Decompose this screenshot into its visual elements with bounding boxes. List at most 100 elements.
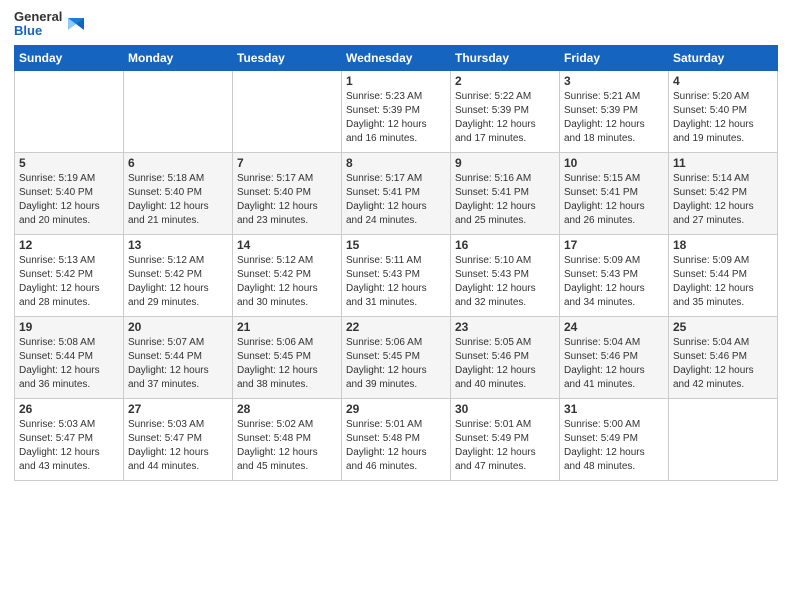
- cell-content: Sunrise: 5:00 AM Sunset: 5:49 PM Dayligh…: [564, 418, 664, 474]
- calendar-cell: 25Sunrise: 5:04 AM Sunset: 5:46 PM Dayli…: [669, 316, 778, 398]
- cell-content: Sunrise: 5:17 AM Sunset: 5:41 PM Dayligh…: [346, 172, 446, 228]
- calendar-cell: 23 Sunrise: 5:05 AM Sunset: 5:46 PM Dayli…: [451, 316, 560, 398]
- cell-content: Sunrise: 5:17 AM Sunset: 5:40 PM Dayligh…: [237, 172, 337, 228]
- col-header-saturday: Saturday: [669, 45, 778, 70]
- day-number: 7: [237, 156, 337, 170]
- day-number: 9: [455, 156, 555, 170]
- header: General Blue: [14, 10, 778, 39]
- calendar-cell: 4Sunrise: 5:20 AM Sunset: 5:40 PM Daylig…: [669, 70, 778, 152]
- day-number: 3: [564, 74, 664, 88]
- calendar-cell: 15 Sunrise: 5:11 AM Sunset: 5:43 PM Dayli…: [342, 234, 451, 316]
- day-number: 1: [346, 74, 446, 88]
- logo-arrow-icon: [64, 14, 84, 34]
- calendar-cell: 30Sunrise: 5:01 AM Sunset: 5:49 PM Dayli…: [451, 398, 560, 480]
- day-number: 15: [346, 238, 446, 252]
- day-number: 27: [128, 402, 228, 416]
- cell-content: Sunrise: 5:05 AM Sunset: 5:46 PM Dayligh…: [455, 336, 555, 392]
- calendar-cell: 7 Sunrise: 5:17 AM Sunset: 5:40 PM Daylig…: [233, 152, 342, 234]
- cell-content: Sunrise: 5:09 AM Sunset: 5:44 PM Dayligh…: [673, 254, 773, 310]
- calendar-cell: 29 Sunrise: 5:01 AM Sunset: 5:48 PM Dayli…: [342, 398, 451, 480]
- calendar-cell: 17 Sunrise: 5:09 AM Sunset: 5:43 PM Dayli…: [560, 234, 669, 316]
- day-number: 23: [455, 320, 555, 334]
- col-header-wednesday: Wednesday: [342, 45, 451, 70]
- calendar-cell: 5Sunrise: 5:19 AM Sunset: 5:40 PM Daylig…: [15, 152, 124, 234]
- cell-content: Sunrise: 5:09 AM Sunset: 5:43 PM Dayligh…: [564, 254, 664, 310]
- day-number: 21: [237, 320, 337, 334]
- cell-content: Sunrise: 5:03 AM Sunset: 5:47 PM Dayligh…: [128, 418, 228, 474]
- day-number: 14: [237, 238, 337, 252]
- cell-content: Sunrise: 5:07 AM Sunset: 5:44 PM Dayligh…: [128, 336, 228, 392]
- calendar-cell: [669, 398, 778, 480]
- day-number: 18: [673, 238, 773, 252]
- day-number: 28: [237, 402, 337, 416]
- calendar-cell: 28 Sunrise: 5:02 AM Sunset: 5:48 PM Dayli…: [233, 398, 342, 480]
- logo: General Blue: [14, 10, 84, 39]
- week-row-1: 1 Sunrise: 5:23 AM Sunset: 5:39 PM Daylig…: [15, 70, 778, 152]
- day-number: 8: [346, 156, 446, 170]
- calendar-cell: 26Sunrise: 5:03 AM Sunset: 5:47 PM Dayli…: [15, 398, 124, 480]
- cell-content: Sunrise: 5:03 AM Sunset: 5:47 PM Dayligh…: [19, 418, 119, 474]
- day-number: 2: [455, 74, 555, 88]
- calendar-cell: 6Sunrise: 5:18 AM Sunset: 5:40 PM Daylig…: [124, 152, 233, 234]
- cell-content: Sunrise: 5:10 AM Sunset: 5:43 PM Dayligh…: [455, 254, 555, 310]
- cell-content: Sunrise: 5:21 AM Sunset: 5:39 PM Dayligh…: [564, 90, 664, 146]
- day-number: 5: [19, 156, 119, 170]
- cell-content: Sunrise: 5:18 AM Sunset: 5:40 PM Dayligh…: [128, 172, 228, 228]
- day-number: 10: [564, 156, 664, 170]
- day-number: 24: [564, 320, 664, 334]
- calendar-cell: 31 Sunrise: 5:00 AM Sunset: 5:49 PM Dayli…: [560, 398, 669, 480]
- calendar-cell: 22 Sunrise: 5:06 AM Sunset: 5:45 PM Dayli…: [342, 316, 451, 398]
- calendar-cell: 1 Sunrise: 5:23 AM Sunset: 5:39 PM Daylig…: [342, 70, 451, 152]
- week-row-2: 5Sunrise: 5:19 AM Sunset: 5:40 PM Daylig…: [15, 152, 778, 234]
- cell-content: Sunrise: 5:04 AM Sunset: 5:46 PM Dayligh…: [564, 336, 664, 392]
- calendar-cell: 13 Sunrise: 5:12 AM Sunset: 5:42 PM Dayli…: [124, 234, 233, 316]
- cell-content: Sunrise: 5:16 AM Sunset: 5:41 PM Dayligh…: [455, 172, 555, 228]
- cell-content: Sunrise: 5:04 AM Sunset: 5:46 PM Dayligh…: [673, 336, 773, 392]
- col-header-sunday: Sunday: [15, 45, 124, 70]
- col-header-thursday: Thursday: [451, 45, 560, 70]
- logo-text: General Blue: [14, 10, 62, 39]
- col-header-friday: Friday: [560, 45, 669, 70]
- col-header-monday: Monday: [124, 45, 233, 70]
- calendar-body: 1 Sunrise: 5:23 AM Sunset: 5:39 PM Daylig…: [15, 70, 778, 480]
- day-number: 16: [455, 238, 555, 252]
- cell-content: Sunrise: 5:14 AM Sunset: 5:42 PM Dayligh…: [673, 172, 773, 228]
- day-number: 30: [455, 402, 555, 416]
- week-row-3: 12 Sunrise: 5:13 AM Sunset: 5:42 PM Dayli…: [15, 234, 778, 316]
- cell-content: Sunrise: 5:23 AM Sunset: 5:39 PM Dayligh…: [346, 90, 446, 146]
- calendar-table: SundayMondayTuesdayWednesdayThursdayFrid…: [14, 45, 778, 481]
- calendar-cell: 19Sunrise: 5:08 AM Sunset: 5:44 PM Dayli…: [15, 316, 124, 398]
- day-number: 13: [128, 238, 228, 252]
- day-number: 19: [19, 320, 119, 334]
- cell-content: Sunrise: 5:12 AM Sunset: 5:42 PM Dayligh…: [128, 254, 228, 310]
- calendar-cell: [233, 70, 342, 152]
- week-row-4: 19Sunrise: 5:08 AM Sunset: 5:44 PM Dayli…: [15, 316, 778, 398]
- cell-content: Sunrise: 5:11 AM Sunset: 5:43 PM Dayligh…: [346, 254, 446, 310]
- calendar-cell: 9 Sunrise: 5:16 AM Sunset: 5:41 PM Daylig…: [451, 152, 560, 234]
- cell-content: Sunrise: 5:06 AM Sunset: 5:45 PM Dayligh…: [237, 336, 337, 392]
- day-number: 29: [346, 402, 446, 416]
- calendar-cell: 18 Sunrise: 5:09 AM Sunset: 5:44 PM Dayli…: [669, 234, 778, 316]
- col-header-tuesday: Tuesday: [233, 45, 342, 70]
- day-number: 31: [564, 402, 664, 416]
- cell-content: Sunrise: 5:02 AM Sunset: 5:48 PM Dayligh…: [237, 418, 337, 474]
- calendar-cell: 27 Sunrise: 5:03 AM Sunset: 5:47 PM Dayli…: [124, 398, 233, 480]
- cell-content: Sunrise: 5:01 AM Sunset: 5:48 PM Dayligh…: [346, 418, 446, 474]
- calendar-cell: 14 Sunrise: 5:12 AM Sunset: 5:42 PM Dayli…: [233, 234, 342, 316]
- calendar-cell: 10 Sunrise: 5:15 AM Sunset: 5:41 PM Dayli…: [560, 152, 669, 234]
- cell-content: Sunrise: 5:13 AM Sunset: 5:42 PM Dayligh…: [19, 254, 119, 310]
- calendar-cell: 11Sunrise: 5:14 AM Sunset: 5:42 PM Dayli…: [669, 152, 778, 234]
- calendar-cell: 24 Sunrise: 5:04 AM Sunset: 5:46 PM Dayli…: [560, 316, 669, 398]
- day-number: 20: [128, 320, 228, 334]
- cell-content: Sunrise: 5:12 AM Sunset: 5:42 PM Dayligh…: [237, 254, 337, 310]
- cell-content: Sunrise: 5:15 AM Sunset: 5:41 PM Dayligh…: [564, 172, 664, 228]
- day-number: 22: [346, 320, 446, 334]
- calendar-cell: 21 Sunrise: 5:06 AM Sunset: 5:45 PM Dayli…: [233, 316, 342, 398]
- calendar-cell: 20 Sunrise: 5:07 AM Sunset: 5:44 PM Dayli…: [124, 316, 233, 398]
- week-row-5: 26Sunrise: 5:03 AM Sunset: 5:47 PM Dayli…: [15, 398, 778, 480]
- logo-blue: Blue: [14, 24, 62, 38]
- cell-content: Sunrise: 5:06 AM Sunset: 5:45 PM Dayligh…: [346, 336, 446, 392]
- day-number: 17: [564, 238, 664, 252]
- cell-content: Sunrise: 5:22 AM Sunset: 5:39 PM Dayligh…: [455, 90, 555, 146]
- day-number: 12: [19, 238, 119, 252]
